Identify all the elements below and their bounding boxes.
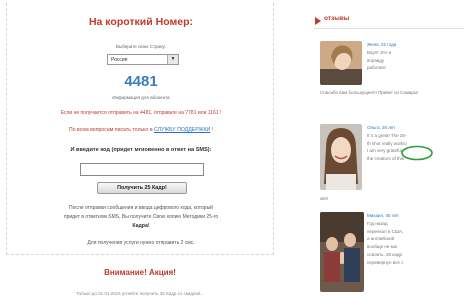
instructions-line-4: Для получения услуги нужно отправить 2 с… — [87, 240, 195, 246]
chevron-down-icon[interactable]: ▼ — [167, 55, 178, 64]
country-select[interactable]: Россия ▼ — [107, 54, 179, 65]
enter-code-label: И введите код (придет мгновенно в ответ … — [70, 147, 212, 153]
number-caption: Информация для абонента — [112, 95, 170, 100]
reviews-header: отзывы — [314, 14, 464, 28]
review-line: Вау!!! Это и — [367, 49, 392, 55]
review-item: Ольга, 26 лет It`s a great! The 25- th s… — [320, 124, 464, 194]
highlight-circle — [401, 145, 433, 161]
instructions-line-3: Кадра! — [132, 223, 150, 229]
reviewer-name[interactable]: Ольга, 26 лет — [367, 124, 462, 132]
instructions-line-1: После отправки сообщения и ввода цифрово… — [69, 205, 213, 211]
subscription-panel: На короткий Номер: Выберите свою Страну:… — [6, 3, 274, 296]
review-continuation: Спасибо вам большущее!!! Привет из Самар… — [320, 90, 419, 95]
reviewer-photo — [320, 212, 364, 292]
reviewer-name[interactable]: Женя, 22 года — [367, 41, 462, 49]
review-continuation: site! — [320, 196, 329, 201]
reviewer-photo — [320, 41, 362, 85]
review-text: Женя, 22 года Вау!!! Это и вправду работ… — [367, 41, 462, 72]
review-line: освоить. 25 кадр — [367, 251, 402, 257]
form-box: На короткий Номер: Выберите свою Страну:… — [6, 3, 274, 255]
alternate-numbers-text: Если не получается отправить на 4481, от… — [60, 110, 222, 116]
reviews-title: отзывы — [324, 15, 350, 22]
reviews-sidebar: отзывы Женя, 22 года Вау!!! Это и вправд… — [314, 14, 464, 296]
review-text: Михаил, 45 лет Год назад переехал в США,… — [367, 212, 462, 267]
review-line: It`s a great! The 25- — [367, 132, 407, 138]
short-number: 4481 — [124, 73, 158, 90]
review-item: Михаил, 45 лет Год назад переехал в США,… — [320, 212, 464, 296]
country-label: Выберите свою Страну: — [115, 44, 167, 49]
support-text: По всем вопросам писать только в — [68, 127, 153, 133]
promo-title: Внимание! Акция! — [104, 268, 176, 277]
divider — [314, 28, 464, 29]
review-line: перевернул все с — [367, 259, 404, 265]
instructions-line-2: придет в ответном SMS, Вы получите Свою … — [63, 214, 219, 220]
reviewer-name[interactable]: Михаил, 45 лет — [367, 212, 462, 220]
review-line: работает. — [367, 65, 387, 71]
support-tail: ! — [211, 127, 214, 133]
get-25-frame-button[interactable]: Получить 25 Кадр! — [97, 182, 187, 194]
review-item: Женя, 22 года Вау!!! Это и вправду работ… — [320, 41, 464, 87]
country-select-value: Россия — [111, 57, 128, 63]
form-title: На короткий Номер: — [88, 16, 194, 28]
review-line: переехал в США, — [367, 228, 404, 234]
support-link[interactable]: СЛУЖБУ ПОДДЕРЖКИ — [154, 127, 210, 133]
code-input[interactable] — [80, 163, 204, 176]
support-line: По всем вопросам писать только в СЛУЖБУ … — [7, 127, 275, 133]
review-line: вправду — [367, 57, 385, 63]
review-line: а английский — [367, 236, 395, 242]
reviewer-photo — [320, 124, 362, 190]
review-line: Год назад — [367, 220, 388, 226]
triangle-marker-icon — [315, 17, 321, 25]
promo-text: Только до 01.01.2015 успейте получить 25… — [76, 291, 204, 296]
review-line: вообще не мог — [367, 244, 398, 250]
